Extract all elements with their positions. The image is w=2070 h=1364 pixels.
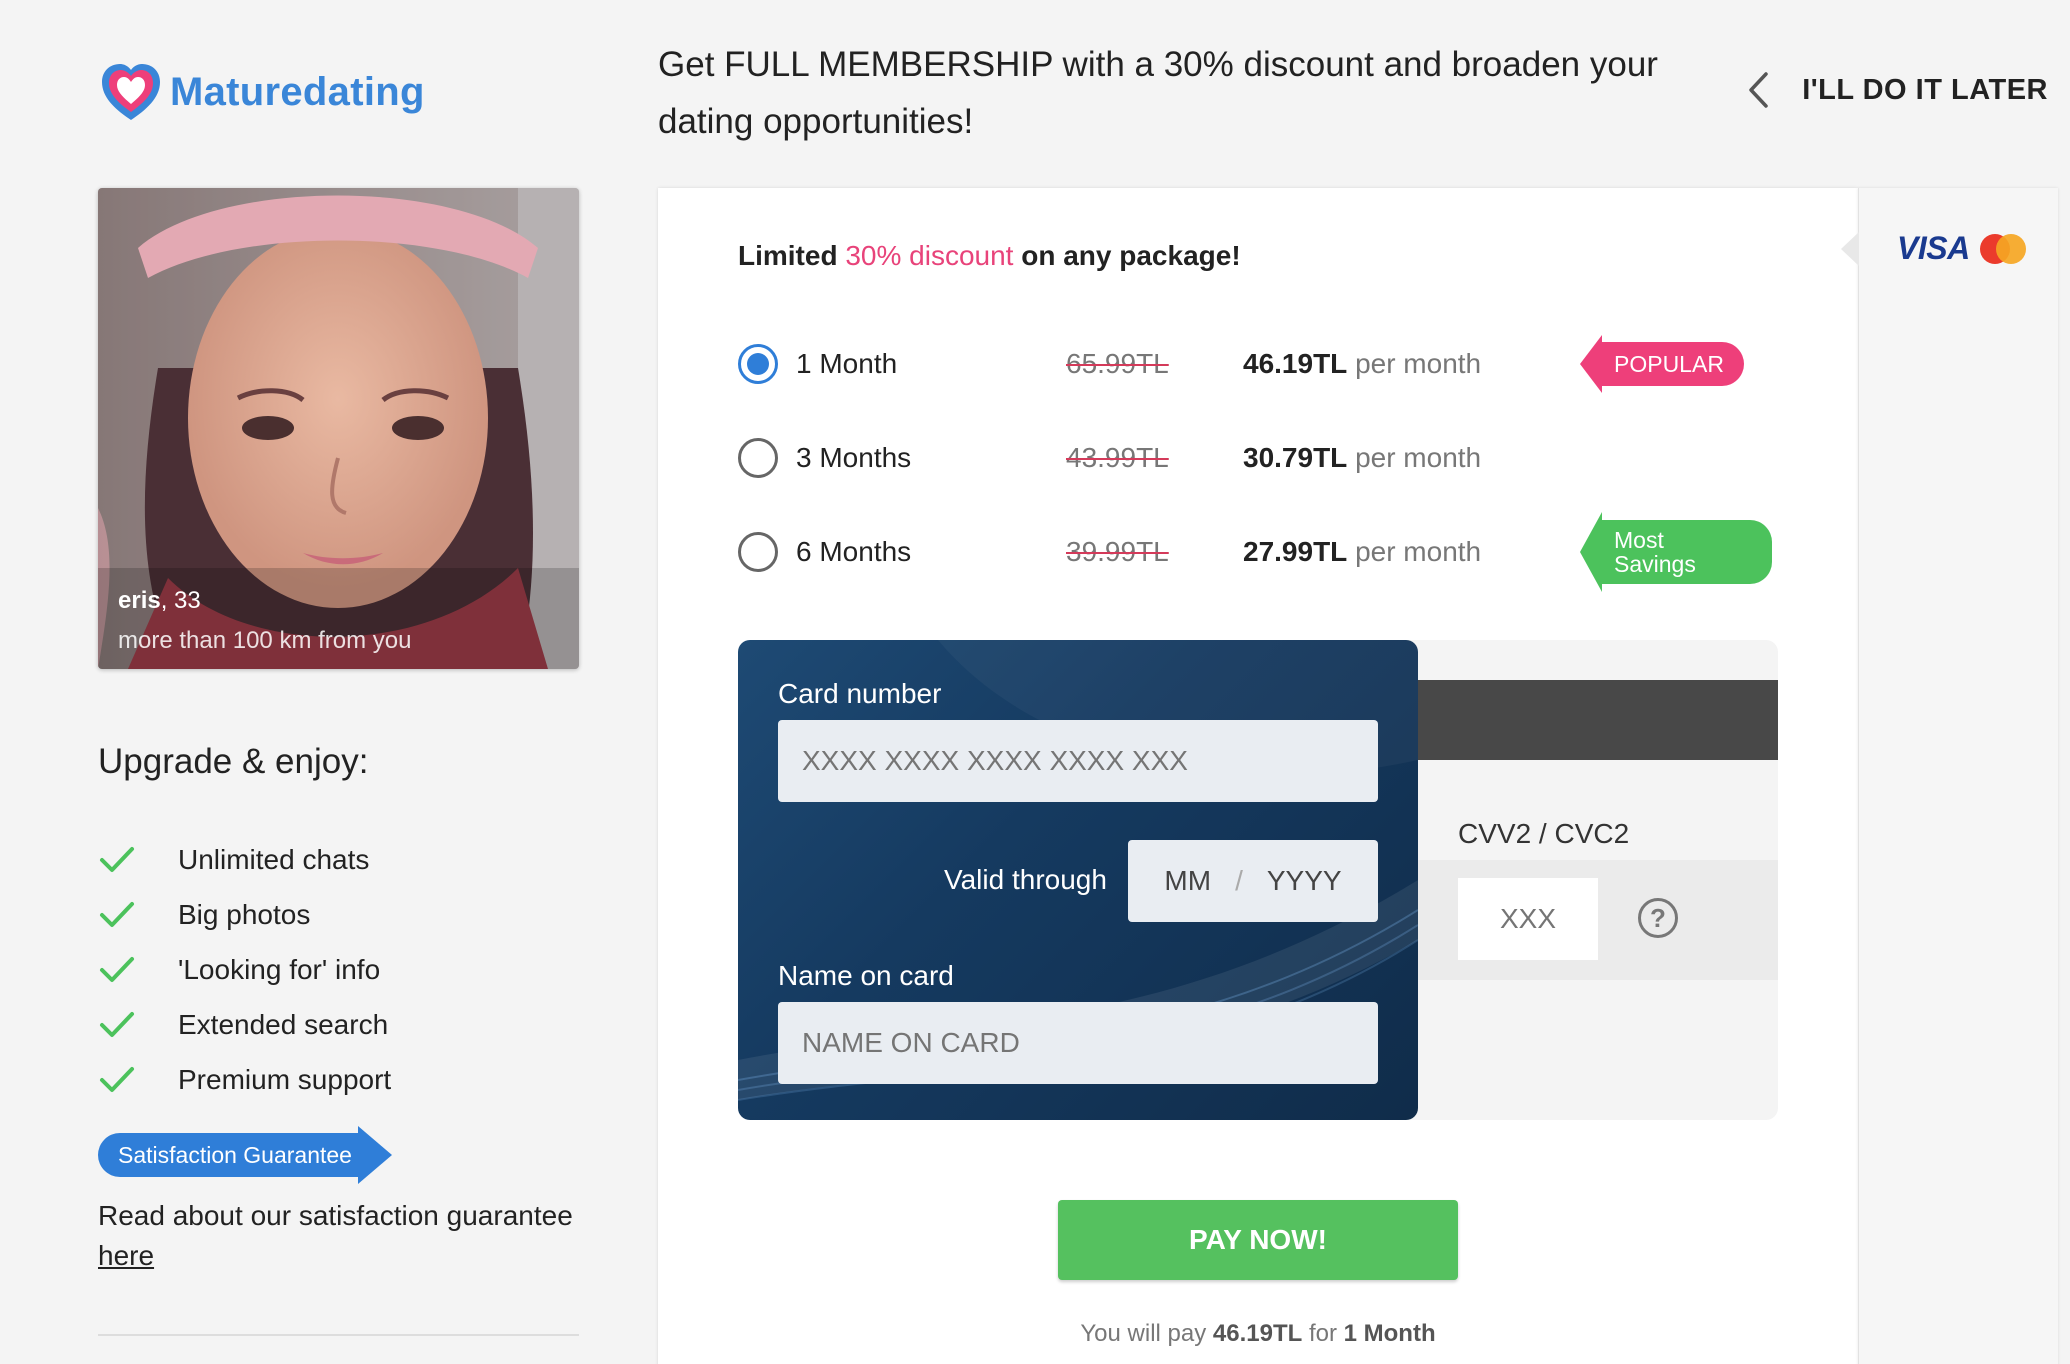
offer-prefix: Limited xyxy=(738,240,846,271)
do-it-later-button[interactable]: I'LL DO IT LATER xyxy=(1746,70,2048,110)
payment-method-column: VISA xyxy=(1841,188,2058,1364)
plan-old-price: 43.99TL xyxy=(1066,442,1169,473)
plan-price-unit: per month xyxy=(1355,536,1482,567)
guarantee-text: Read about our satisfaction guarantee he… xyxy=(98,1196,598,1276)
summary-period: 1 Month xyxy=(1343,1320,1436,1347)
expiry-separator: / xyxy=(1235,865,1243,896)
benefits-title: Upgrade & enjoy: xyxy=(98,742,369,781)
summary-prefix: You will pay xyxy=(1080,1320,1213,1347)
cvv-label: CVV2 / CVC2 xyxy=(1458,818,1630,849)
plan-name: 6 Months xyxy=(796,536,912,567)
card-front: Card number Valid through MM / YYYY Name… xyxy=(738,640,1418,1120)
page-headline: Get FULL MEMBERSHIP with a 30% discount … xyxy=(658,45,1658,141)
mastercard-icon xyxy=(1979,233,2026,264)
benefit-item: Extended search xyxy=(98,997,391,1052)
magnetic-stripe xyxy=(1370,680,1778,760)
payment-summary: You will pay 46.19TL for 1 Month xyxy=(658,1320,1858,1348)
benefits-list: Unlimited chats Big photos 'Looking for'… xyxy=(98,832,391,1107)
benefit-label: 'Looking for' info xyxy=(178,953,381,985)
discount-offer: Limited 30% discount on any package! xyxy=(738,240,1241,272)
summary-amount: 46.19TL xyxy=(1212,1320,1303,1347)
name-on-card-input[interactable] xyxy=(778,1002,1378,1084)
help-icon[interactable]: ? xyxy=(1638,898,1678,938)
benefit-label: Premium support xyxy=(178,1063,392,1095)
plan-price-value: 27.99TL xyxy=(1243,536,1348,567)
pay-now-button[interactable]: PAY NOW! xyxy=(1058,1200,1458,1280)
expiry-month[interactable]: MM xyxy=(1164,865,1211,897)
brand-logo[interactable]: Maturedating xyxy=(98,60,425,124)
profile-distance: more than 100 km from you xyxy=(118,627,412,654)
benefit-label: Unlimited chats xyxy=(178,843,370,875)
benefit-label: Big photos xyxy=(178,898,311,930)
expiry-field[interactable]: MM / YYYY xyxy=(1128,840,1378,922)
divider xyxy=(98,1334,579,1336)
plan-price-value: 30.79TL xyxy=(1243,442,1348,473)
do-it-later-label: I'LL DO IT LATER xyxy=(1802,73,2048,106)
plan-price-unit: per month xyxy=(1355,442,1482,473)
offer-suffix: on any package! xyxy=(1013,240,1241,271)
plan-radio[interactable] xyxy=(738,438,778,478)
checkmark-icon xyxy=(100,846,134,872)
plan-3-months[interactable]: 3 Months 43.99TL 30.79TL per month xyxy=(738,428,1788,488)
most-savings-tag: Most Savings xyxy=(1580,512,1772,592)
benefit-item: Big photos xyxy=(98,887,391,942)
guarantee-link[interactable]: here xyxy=(98,1236,598,1276)
name-on-card-label: Name on card xyxy=(778,960,954,991)
popular-tag: POPULAR xyxy=(1580,335,1744,393)
offer-highlight: 30% discount xyxy=(845,240,1014,271)
profile-age: , 33 xyxy=(160,587,201,614)
badge-arrow-icon xyxy=(357,1126,392,1184)
plan-6-months[interactable]: 6 Months 39.99TL 27.99TL per month Most … xyxy=(738,512,1788,592)
profile-card[interactable]: eris, 33 more than 100 km from you xyxy=(98,188,579,669)
checkmark-icon xyxy=(100,1011,134,1037)
plan-radio[interactable] xyxy=(738,532,778,572)
cvv-input[interactable] xyxy=(1458,878,1598,960)
plan-price-unit: per month xyxy=(1355,348,1482,379)
plan-price: 27.99TL per month xyxy=(1243,536,1481,568)
plan-price-value: 46.19TL xyxy=(1243,348,1348,379)
plan-radio[interactable] xyxy=(738,344,778,384)
summary-mid: for xyxy=(1302,1320,1344,1347)
plan-name: 3 Months xyxy=(796,442,912,473)
plan-price: 46.19TL per month xyxy=(1243,348,1481,380)
plan-old-price: 39.99TL xyxy=(1066,536,1169,567)
plan-1-month[interactable]: 1 Month 65.99TL 46.19TL per month POPULA… xyxy=(738,334,1788,394)
chevron-left-icon xyxy=(1749,72,1768,108)
heart-logo-icon xyxy=(102,64,160,120)
guarantee-description: Read about our satisfaction guarantee xyxy=(98,1200,573,1231)
plan-old-price: 65.99TL xyxy=(1066,348,1169,379)
card-number-input[interactable] xyxy=(778,720,1378,802)
benefit-item: Premium support xyxy=(98,1052,391,1107)
payment-method-card[interactable]: VISA xyxy=(1897,230,2026,267)
checkmark-icon xyxy=(100,956,134,982)
profile-name-line: eris, 33 xyxy=(118,587,201,615)
benefit-label: Extended search xyxy=(178,1008,389,1040)
expiry-year[interactable]: YYYY xyxy=(1267,865,1342,897)
selection-pointer xyxy=(1841,232,1859,266)
checkmark-icon xyxy=(100,901,134,927)
plan-name: 1 Month xyxy=(796,348,898,379)
profile-name: eris xyxy=(118,587,161,614)
satisfaction-guarantee-badge: Satisfaction Guarantee xyxy=(98,1126,392,1184)
plan-price: 30.79TL per month xyxy=(1243,442,1481,474)
most-savings-tag-label: Most Savings xyxy=(1602,520,1772,584)
card-number-label: Card number xyxy=(778,678,942,709)
checkmark-icon xyxy=(100,1066,134,1092)
popular-tag-label: POPULAR xyxy=(1602,342,1744,386)
benefit-item: Unlimited chats xyxy=(98,832,391,887)
brand-name: Maturedating xyxy=(170,69,425,114)
visa-logo: VISA xyxy=(1897,230,1970,266)
benefit-item: 'Looking for' info xyxy=(98,942,391,997)
valid-through-label: Valid through xyxy=(944,864,1107,895)
guarantee-badge-label: Satisfaction Guarantee xyxy=(98,1133,358,1177)
